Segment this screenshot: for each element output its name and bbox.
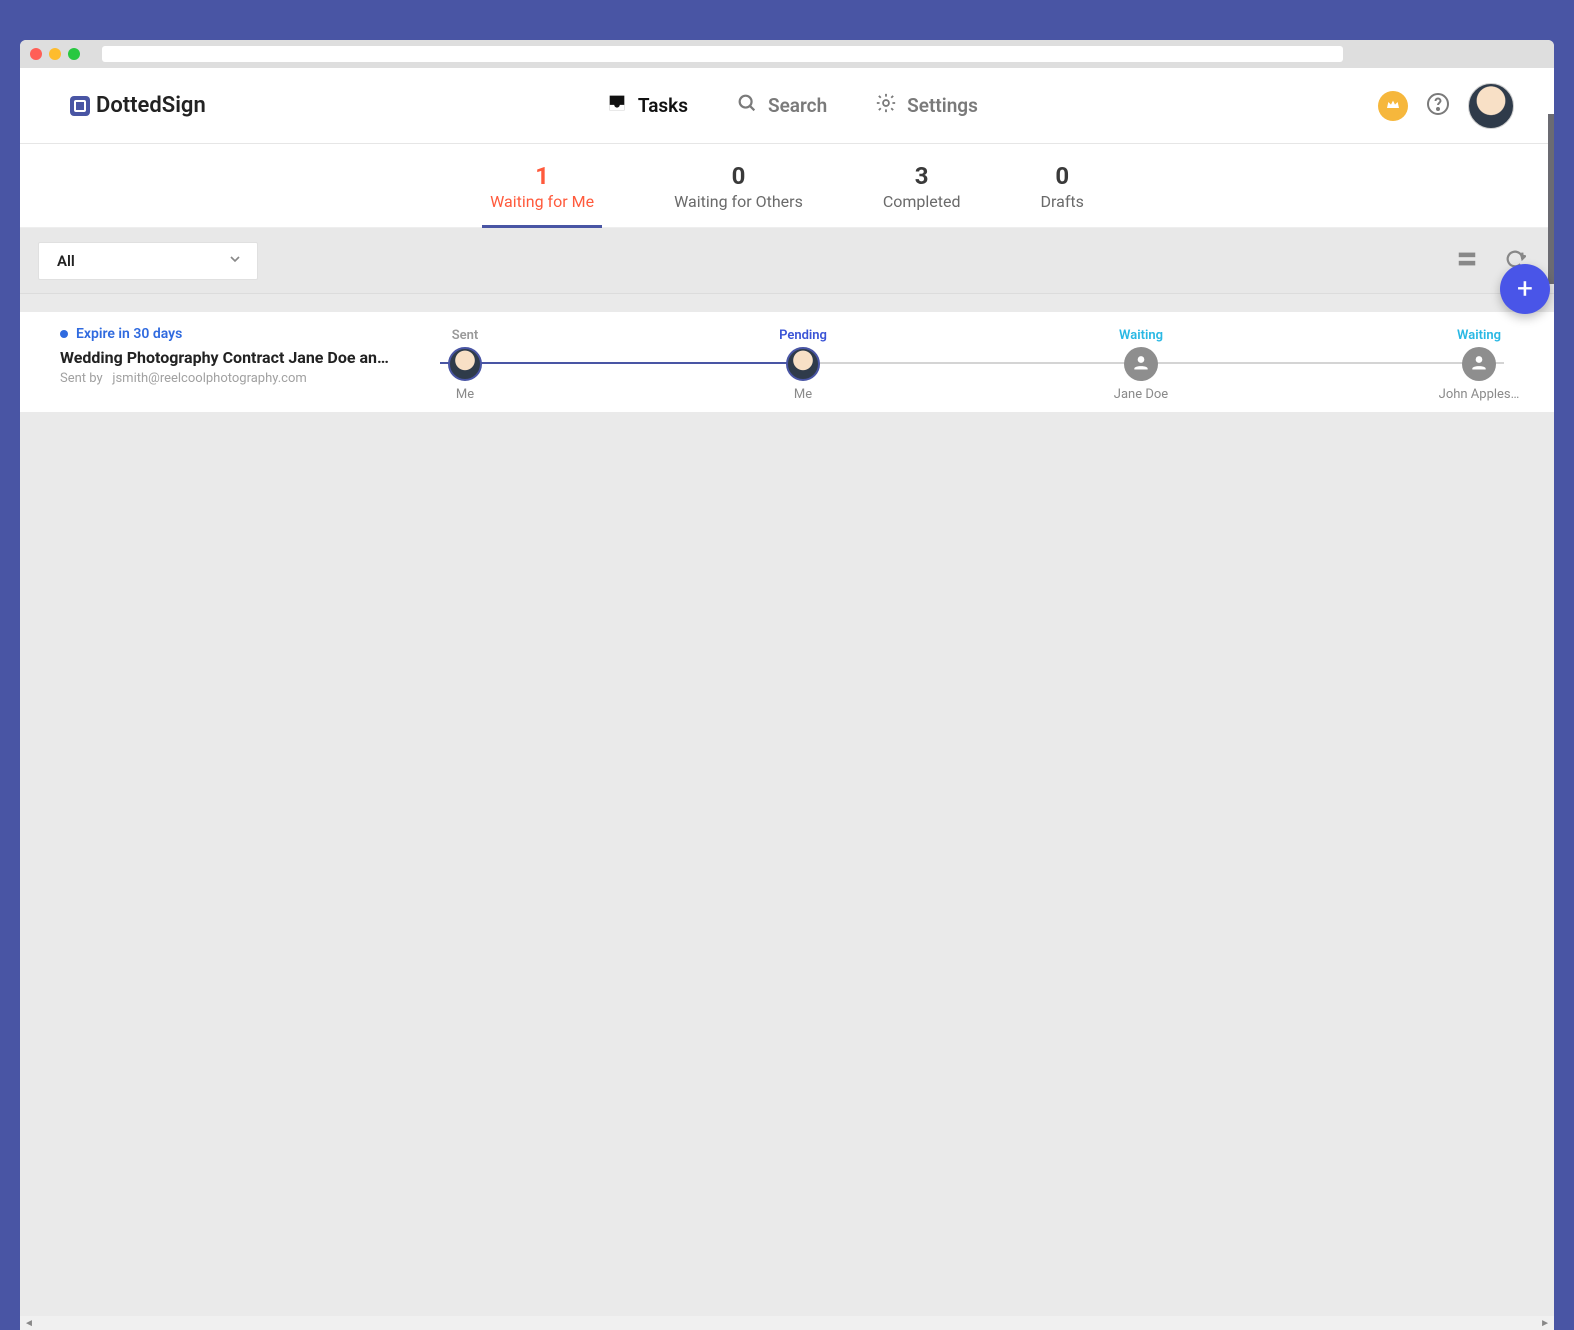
list-toolbar: All — [20, 228, 1554, 294]
tab-waiting-for-others[interactable]: 0 Waiting for Others — [674, 162, 803, 227]
list-rows-icon — [1456, 255, 1478, 274]
status-dot-icon — [60, 330, 68, 338]
maximize-window-button[interactable] — [68, 48, 80, 60]
signer-name: Me — [456, 387, 474, 402]
progress-track — [440, 362, 1504, 364]
tab-drafts[interactable]: 0 Drafts — [1041, 162, 1084, 227]
tab-waiting-for-me[interactable]: 1 Waiting for Me — [490, 162, 594, 227]
header-right — [1378, 83, 1514, 129]
upgrade-crown-button[interactable] — [1378, 91, 1408, 121]
nav-tasks[interactable]: Tasks — [606, 92, 688, 119]
plus-icon: + — [1517, 275, 1533, 303]
minimize-window-button[interactable] — [49, 48, 61, 60]
task-info: Expire in 30 days Wedding Photography Co… — [60, 326, 400, 402]
signer-step: Waiting John Apples… — [1434, 328, 1524, 402]
gear-icon — [875, 92, 897, 119]
view-toggle-button[interactable] — [1456, 248, 1478, 274]
filter-dropdown[interactable]: All — [38, 242, 258, 280]
signer-step: Pending Me — [758, 328, 848, 402]
signer-avatar — [1462, 347, 1496, 381]
app-header: DottedSign Tasks Search Settings — [20, 68, 1554, 144]
help-button[interactable] — [1426, 92, 1450, 120]
nav-settings-label: Settings — [907, 94, 978, 117]
window-titlebar — [20, 40, 1554, 68]
tab-label: Completed — [883, 192, 961, 211]
app-window: DottedSign Tasks Search Settings — [20, 40, 1554, 1330]
signer-step: Sent Me — [420, 328, 510, 402]
person-icon — [1131, 352, 1151, 376]
primary-nav: Tasks Search Settings — [206, 92, 1378, 119]
expiry-text: Expire in 30 days — [76, 326, 182, 342]
address-bar[interactable] — [102, 46, 1343, 62]
tab-count: 0 — [674, 162, 803, 190]
profile-avatar-button[interactable] — [1468, 83, 1514, 129]
nav-search-label: Search — [768, 94, 827, 117]
signer-name: John Apples… — [1439, 387, 1520, 402]
sent-by-email: jsmith@reelcoolphotography.com — [112, 371, 306, 386]
scrollbar-horizontal[interactable]: ◄ ► — [20, 1316, 1554, 1330]
new-task-fab[interactable]: + — [1500, 264, 1550, 314]
document-title: Wedding Photography Contract Jane Doe an… — [60, 348, 400, 367]
signer-name: Me — [794, 387, 812, 402]
expiry-badge: Expire in 30 days — [60, 326, 400, 342]
tab-count: 1 — [490, 162, 594, 190]
person-icon — [1469, 352, 1489, 376]
nav-settings[interactable]: Settings — [875, 92, 978, 119]
brand-mark-icon — [70, 96, 90, 116]
inbox-tray-icon — [606, 92, 628, 119]
tab-label: Waiting for Others — [674, 192, 803, 211]
chevron-down-icon — [227, 251, 243, 271]
signer-name: Jane Doe — [1114, 387, 1168, 402]
task-list: Expire in 30 days Wedding Photography Co… — [20, 294, 1554, 1316]
signer-state: Sent — [452, 328, 479, 343]
crown-icon — [1385, 96, 1401, 116]
scroll-left-arrow-icon: ◄ — [24, 1318, 34, 1329]
brand-logo[interactable]: DottedSign — [70, 93, 206, 118]
signer-avatar-me — [786, 347, 820, 381]
help-circle-icon — [1426, 101, 1450, 120]
scroll-right-arrow-icon: ► — [1540, 1318, 1550, 1329]
nav-search[interactable]: Search — [736, 92, 827, 119]
window-controls — [30, 48, 80, 60]
tab-label: Drafts — [1041, 192, 1084, 211]
signing-progress: Sent Me Pending Me Waiting — [420, 326, 1524, 402]
search-icon — [736, 92, 758, 119]
signer-state: Pending — [779, 328, 827, 343]
tab-count: 3 — [883, 162, 961, 190]
tab-count: 0 — [1041, 162, 1084, 190]
close-window-button[interactable] — [30, 48, 42, 60]
tab-label: Waiting for Me — [490, 192, 594, 211]
sent-by-line: Sent by jsmith@reelcoolphotography.com — [60, 371, 400, 386]
task-card[interactable]: Expire in 30 days Wedding Photography Co… — [20, 312, 1554, 412]
signer-avatar — [1124, 347, 1158, 381]
brand-name: DottedSign — [96, 93, 206, 118]
sent-by-label: Sent by — [60, 371, 103, 386]
status-tabs: 1 Waiting for Me 0 Waiting for Others 3 … — [20, 144, 1554, 228]
filter-selected-label: All — [57, 252, 75, 270]
signer-avatar-me — [448, 347, 482, 381]
signer-state: Waiting — [1119, 328, 1163, 343]
nav-tasks-label: Tasks — [638, 94, 688, 117]
signer-step: Waiting Jane Doe — [1096, 328, 1186, 402]
tab-completed[interactable]: 3 Completed — [883, 162, 961, 227]
signer-state: Waiting — [1457, 328, 1501, 343]
scrollbar-vertical[interactable] — [1548, 114, 1554, 284]
